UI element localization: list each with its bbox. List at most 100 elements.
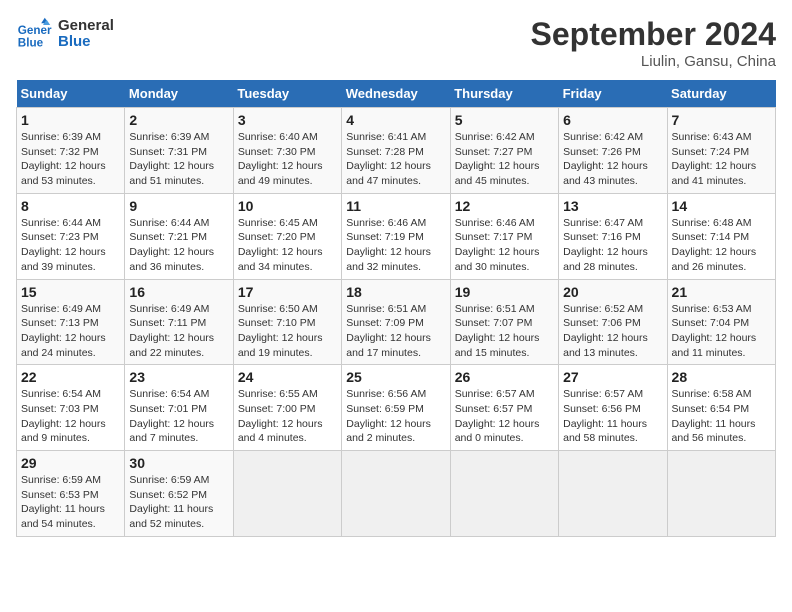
day-detail: Sunrise: 6:39 AMSunset: 7:31 PMDaylight:… [129,131,214,187]
calendar-cell: 22 Sunrise: 6:54 AMSunset: 7:03 PMDaylig… [17,365,125,451]
day-number: 2 [129,112,228,128]
day-detail: Sunrise: 6:47 AMSunset: 7:16 PMDaylight:… [563,217,648,273]
calendar-cell: 27 Sunrise: 6:57 AMSunset: 6:56 PMDaylig… [559,365,667,451]
day-number: 10 [238,198,337,214]
day-detail: Sunrise: 6:42 AMSunset: 7:27 PMDaylight:… [455,131,540,187]
calendar-cell: 26 Sunrise: 6:57 AMSunset: 6:57 PMDaylig… [450,365,558,451]
day-number: 5 [455,112,554,128]
calendar-cell: 24 Sunrise: 6:55 AMSunset: 7:00 PMDaylig… [233,365,341,451]
day-number: 18 [346,284,445,300]
day-number: 1 [21,112,120,128]
weekday-header-row: SundayMondayTuesdayWednesdayThursdayFrid… [17,80,776,108]
logo: General Blue General Blue [16,16,114,52]
day-number: 17 [238,284,337,300]
day-number: 30 [129,455,228,471]
calendar-cell: 15 Sunrise: 6:49 AMSunset: 7:13 PMDaylig… [17,279,125,365]
day-detail: Sunrise: 6:52 AMSunset: 7:06 PMDaylight:… [563,303,648,359]
calendar-week-4: 22 Sunrise: 6:54 AMSunset: 7:03 PMDaylig… [17,365,776,451]
calendar-cell: 6 Sunrise: 6:42 AMSunset: 7:26 PMDayligh… [559,108,667,194]
calendar-week-3: 15 Sunrise: 6:49 AMSunset: 7:13 PMDaylig… [17,279,776,365]
day-detail: Sunrise: 6:45 AMSunset: 7:20 PMDaylight:… [238,217,323,273]
calendar-cell [559,451,667,537]
weekday-monday: Monday [125,80,233,108]
calendar-cell: 1 Sunrise: 6:39 AMSunset: 7:32 PMDayligh… [17,108,125,194]
day-detail: Sunrise: 6:50 AMSunset: 7:10 PMDaylight:… [238,303,323,359]
calendar-cell: 16 Sunrise: 6:49 AMSunset: 7:11 PMDaylig… [125,279,233,365]
logo-line2: Blue [58,34,114,51]
day-number: 12 [455,198,554,214]
logo-icon: General Blue [16,16,52,52]
calendar-cell: 8 Sunrise: 6:44 AMSunset: 7:23 PMDayligh… [17,193,125,279]
calendar-cell: 12 Sunrise: 6:46 AMSunset: 7:17 PMDaylig… [450,193,558,279]
day-number: 6 [563,112,662,128]
calendar-cell: 3 Sunrise: 6:40 AMSunset: 7:30 PMDayligh… [233,108,341,194]
day-detail: Sunrise: 6:48 AMSunset: 7:14 PMDaylight:… [672,217,757,273]
calendar-week-1: 1 Sunrise: 6:39 AMSunset: 7:32 PMDayligh… [17,108,776,194]
day-number: 11 [346,198,445,214]
day-number: 24 [238,369,337,385]
day-detail: Sunrise: 6:54 AMSunset: 7:01 PMDaylight:… [129,388,214,444]
day-number: 29 [21,455,120,471]
calendar-cell: 18 Sunrise: 6:51 AMSunset: 7:09 PMDaylig… [342,279,450,365]
calendar-cell: 25 Sunrise: 6:56 AMSunset: 6:59 PMDaylig… [342,365,450,451]
location: Liulin, Gansu, China [531,53,776,70]
day-number: 22 [21,369,120,385]
day-number: 23 [129,369,228,385]
day-number: 4 [346,112,445,128]
weekday-sunday: Sunday [17,80,125,108]
day-number: 28 [672,369,771,385]
day-number: 7 [672,112,771,128]
calendar-cell: 29 Sunrise: 6:59 AMSunset: 6:53 PMDaylig… [17,451,125,537]
calendar-cell: 7 Sunrise: 6:43 AMSunset: 7:24 PMDayligh… [667,108,775,194]
day-detail: Sunrise: 6:56 AMSunset: 6:59 PMDaylight:… [346,388,431,444]
calendar-week-5: 29 Sunrise: 6:59 AMSunset: 6:53 PMDaylig… [17,451,776,537]
day-number: 25 [346,369,445,385]
calendar-cell: 19 Sunrise: 6:51 AMSunset: 7:07 PMDaylig… [450,279,558,365]
day-number: 26 [455,369,554,385]
weekday-friday: Friday [559,80,667,108]
day-detail: Sunrise: 6:53 AMSunset: 7:04 PMDaylight:… [672,303,757,359]
svg-text:General: General [18,24,52,37]
day-detail: Sunrise: 6:58 AMSunset: 6:54 PMDaylight:… [672,388,756,444]
day-detail: Sunrise: 6:39 AMSunset: 7:32 PMDaylight:… [21,131,106,187]
calendar-cell: 4 Sunrise: 6:41 AMSunset: 7:28 PMDayligh… [342,108,450,194]
day-detail: Sunrise: 6:46 AMSunset: 7:19 PMDaylight:… [346,217,431,273]
calendar-cell: 21 Sunrise: 6:53 AMSunset: 7:04 PMDaylig… [667,279,775,365]
calendar-cell: 14 Sunrise: 6:48 AMSunset: 7:14 PMDaylig… [667,193,775,279]
weekday-saturday: Saturday [667,80,775,108]
day-detail: Sunrise: 6:55 AMSunset: 7:00 PMDaylight:… [238,388,323,444]
calendar-cell: 5 Sunrise: 6:42 AMSunset: 7:27 PMDayligh… [450,108,558,194]
day-number: 19 [455,284,554,300]
day-number: 3 [238,112,337,128]
day-detail: Sunrise: 6:57 AMSunset: 6:57 PMDaylight:… [455,388,540,444]
day-number: 15 [21,284,120,300]
calendar-cell: 13 Sunrise: 6:47 AMSunset: 7:16 PMDaylig… [559,193,667,279]
calendar-cell [233,451,341,537]
calendar-cell: 11 Sunrise: 6:46 AMSunset: 7:19 PMDaylig… [342,193,450,279]
calendar-cell: 2 Sunrise: 6:39 AMSunset: 7:31 PMDayligh… [125,108,233,194]
calendar-cell: 28 Sunrise: 6:58 AMSunset: 6:54 PMDaylig… [667,365,775,451]
weekday-tuesday: Tuesday [233,80,341,108]
day-detail: Sunrise: 6:51 AMSunset: 7:07 PMDaylight:… [455,303,540,359]
calendar-cell: 10 Sunrise: 6:45 AMSunset: 7:20 PMDaylig… [233,193,341,279]
day-number: 27 [563,369,662,385]
calendar-cell: 23 Sunrise: 6:54 AMSunset: 7:01 PMDaylig… [125,365,233,451]
calendar-cell: 20 Sunrise: 6:52 AMSunset: 7:06 PMDaylig… [559,279,667,365]
day-number: 13 [563,198,662,214]
day-detail: Sunrise: 6:40 AMSunset: 7:30 PMDaylight:… [238,131,323,187]
day-detail: Sunrise: 6:59 AMSunset: 6:52 PMDaylight:… [129,474,213,530]
day-detail: Sunrise: 6:44 AMSunset: 7:21 PMDaylight:… [129,217,214,273]
calendar-cell [342,451,450,537]
day-number: 8 [21,198,120,214]
day-detail: Sunrise: 6:49 AMSunset: 7:13 PMDaylight:… [21,303,106,359]
day-number: 14 [672,198,771,214]
day-detail: Sunrise: 6:54 AMSunset: 7:03 PMDaylight:… [21,388,106,444]
calendar-cell: 9 Sunrise: 6:44 AMSunset: 7:21 PMDayligh… [125,193,233,279]
weekday-wednesday: Wednesday [342,80,450,108]
day-detail: Sunrise: 6:41 AMSunset: 7:28 PMDaylight:… [346,131,431,187]
svg-text:Blue: Blue [18,37,44,50]
day-number: 16 [129,284,228,300]
day-detail: Sunrise: 6:42 AMSunset: 7:26 PMDaylight:… [563,131,648,187]
day-detail: Sunrise: 6:43 AMSunset: 7:24 PMDaylight:… [672,131,757,187]
day-number: 21 [672,284,771,300]
